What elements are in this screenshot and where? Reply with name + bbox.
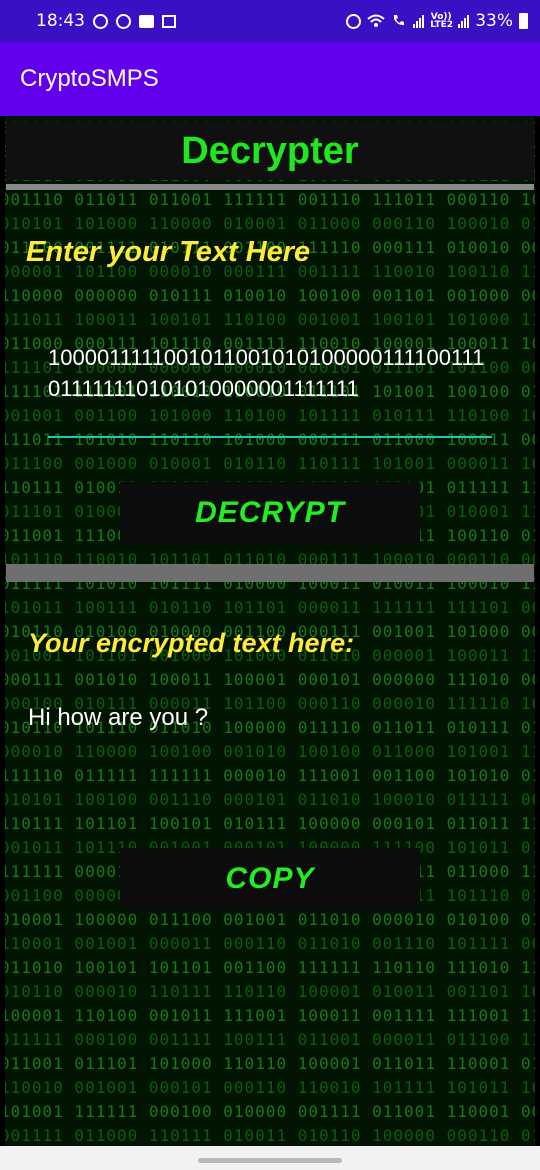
navigation-bar bbox=[0, 1146, 540, 1170]
output-prompt-label: Your encrypted text here: bbox=[28, 628, 355, 658]
battery-percent: 33% bbox=[475, 11, 513, 31]
divider bbox=[6, 184, 534, 190]
volte-icon: Vo)) LTE2 bbox=[430, 12, 453, 30]
image-icon bbox=[162, 14, 176, 28]
app-title: CryptoSMPS bbox=[20, 65, 159, 92]
app-bar: CryptoSMPS bbox=[0, 42, 540, 116]
left-border bbox=[0, 116, 5, 1146]
page-title: Decrypter bbox=[6, 122, 534, 180]
decrypt-button[interactable]: DECRYPT bbox=[120, 482, 420, 544]
copy-button[interactable]: COPY bbox=[120, 848, 420, 910]
main-content: 010001 011001 100010 100011 001001 10010… bbox=[0, 116, 540, 1146]
cipher-text-input[interactable]: 1000011111001011001010100000111100111011… bbox=[48, 342, 492, 438]
right-border bbox=[535, 116, 540, 1146]
input-prompt-label: Enter your Text Here bbox=[26, 236, 311, 268]
decrypted-output-text: Hi how are you ? bbox=[28, 704, 209, 731]
status-bar: 18:43 Vo)) LTE2 33% bbox=[0, 0, 540, 42]
wifi-call-icon bbox=[394, 15, 405, 26]
signal-icon bbox=[458, 14, 470, 28]
whatsapp-icon bbox=[116, 13, 131, 29]
home-gesture-handle[interactable] bbox=[198, 1158, 342, 1163]
status-time: 18:43 bbox=[36, 11, 85, 31]
divider bbox=[6, 564, 534, 582]
battery-icon bbox=[519, 13, 528, 29]
wifi-icon bbox=[367, 14, 385, 27]
signal-icon bbox=[413, 14, 425, 28]
alarm-icon bbox=[346, 13, 362, 29]
message-icon bbox=[139, 14, 154, 28]
sync-icon bbox=[93, 13, 108, 29]
